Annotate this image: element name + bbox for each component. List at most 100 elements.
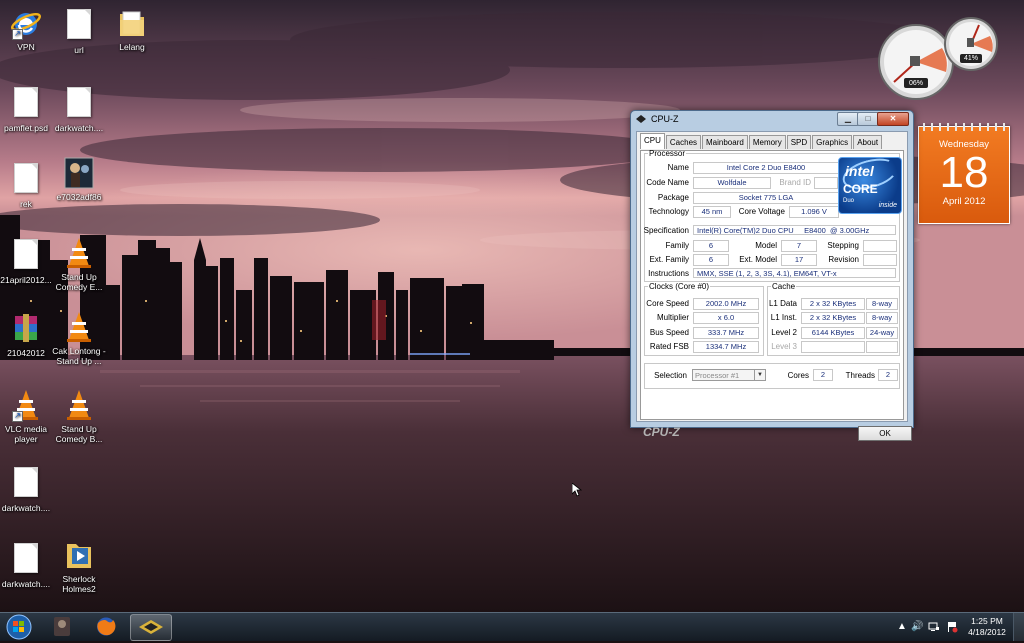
model-label: Model xyxy=(755,241,777,250)
action-center-flag-icon[interactable] xyxy=(946,621,958,633)
l1inst-assoc: 8-way xyxy=(866,312,898,324)
l1inst-label: L1 Inst. xyxy=(770,313,797,322)
extmodel-value: 17 xyxy=(781,254,817,266)
selection-label: Selection xyxy=(654,371,687,380)
level3-label: Level 3 xyxy=(771,342,797,351)
codename-value: Wolfdale xyxy=(693,177,771,189)
document-icon xyxy=(14,543,38,573)
tab-graphics[interactable]: Graphics xyxy=(812,135,853,149)
multiplier-label: Multiplier xyxy=(656,313,689,322)
game-character-icon xyxy=(54,617,70,636)
document-icon xyxy=(14,239,38,269)
document-icon xyxy=(14,467,38,497)
tab-memory[interactable]: Memory xyxy=(748,135,786,149)
tab-strip: CPU Caches Mainboard Memory SPD Graphics… xyxy=(640,133,883,150)
network-icon[interactable] xyxy=(928,621,940,633)
taskbar-game-button[interactable] xyxy=(42,614,82,639)
tab-spd[interactable]: SPD xyxy=(786,135,812,149)
volume-icon[interactable]: 🔊 xyxy=(911,621,923,633)
cpuz-brand: CPU-Z xyxy=(643,425,680,439)
specification-value: Intel(R) Core(TM)2 Duo CPU E8400 @ 3.00G… xyxy=(693,225,896,235)
calendar-rings xyxy=(919,123,1009,131)
show-hidden-icons-button[interactable]: ▲ xyxy=(896,621,908,633)
internet-explorer-icon: ↗ xyxy=(10,6,42,40)
taskbar-cpuz-button[interactable] xyxy=(130,614,172,641)
level3-value xyxy=(801,341,865,353)
intel-core2-duo-logo: intel CORE Duo inside xyxy=(838,153,902,214)
desktop-icon-sherlock-holmes2[interactable]: Sherlock Holmes2 xyxy=(48,538,110,594)
l1inst-value: 2 x 32 KBytes xyxy=(801,312,865,324)
taskbar-firefox-button[interactable] xyxy=(86,614,126,639)
shortcut-arrow-icon: ↗ xyxy=(12,29,23,40)
desktop-icon-darkwatch-2[interactable]: darkwatch.... xyxy=(0,464,57,513)
l1data-value: 2 x 32 KBytes xyxy=(801,298,865,310)
vlc-cone-icon xyxy=(63,388,95,422)
vlc-cone-icon xyxy=(63,236,95,270)
stepping-label: Stepping xyxy=(827,241,859,250)
threads-label: Threads xyxy=(845,371,875,380)
cpu-chip-icon xyxy=(139,620,163,634)
cores-label: Cores xyxy=(787,371,809,380)
folder-icon xyxy=(116,6,148,40)
minimize-button[interactable]: ▁ xyxy=(837,112,859,126)
calendar-gadget[interactable]: Wednesday 18 April 2012 xyxy=(918,123,1010,224)
family-value: 6 xyxy=(693,240,729,252)
codename-label: Code Name xyxy=(646,178,689,187)
processor-select[interactable]: Processor #1 ▼ xyxy=(692,369,766,381)
brandid-value xyxy=(814,177,838,189)
extfamily-label: Ext. Family xyxy=(649,255,689,264)
package-label: Package xyxy=(657,193,689,202)
clock-time: 1:25 PM xyxy=(971,616,1003,626)
stepping-value xyxy=(863,240,897,252)
desktop-icon-darkwatch-1[interactable]: darkwatch.... xyxy=(48,84,110,133)
document-icon xyxy=(67,9,91,39)
video-folder-icon xyxy=(63,538,95,572)
technology-value: 45 nm xyxy=(693,206,731,218)
desktop-icon-e7032adf86[interactable]: e7032adf86 xyxy=(48,156,110,202)
clock-date: 4/18/2012 xyxy=(968,627,1006,637)
shortcut-arrow-icon: ↗ xyxy=(12,411,23,422)
firefox-icon xyxy=(97,617,116,636)
tab-mainboard[interactable]: Mainboard xyxy=(702,135,748,149)
desktop-icon-standup-b[interactable]: Stand Up Comedy B... xyxy=(48,388,110,444)
close-button[interactable]: ✕ xyxy=(877,112,909,126)
level2-value: 6144 KBytes xyxy=(801,327,865,339)
ok-button[interactable]: OK xyxy=(858,426,912,441)
show-desktop-button[interactable] xyxy=(1013,613,1024,641)
extfamily-value: 6 xyxy=(693,254,729,266)
l1data-assoc: 8-way xyxy=(866,298,898,310)
winrar-archive-icon xyxy=(10,312,42,346)
processor-name-value: Intel Core 2 Duo E8400 xyxy=(693,162,839,174)
desktop-icon-lelang[interactable]: Lelang xyxy=(101,6,163,52)
model-value: 7 xyxy=(781,240,817,252)
tab-about[interactable]: About xyxy=(853,135,883,149)
cpuz-app-icon xyxy=(636,115,646,123)
corevoltage-value: 1.096 V xyxy=(789,206,839,218)
package-value: Socket 775 LGA xyxy=(693,192,839,204)
corevoltage-label: Core Voltage xyxy=(738,207,785,216)
desktop-icon-cak-lontong[interactable]: Cak Lontong - Stand Up ... xyxy=(48,310,110,366)
cpuz-window[interactable]: CPU-Z ▁ □ ✕ CPU Caches Mainboard Memory … xyxy=(630,110,914,441)
busspeed-label: Bus Speed xyxy=(649,328,689,337)
vlc-cone-icon xyxy=(63,310,95,344)
calendar-day: 18 xyxy=(939,148,989,197)
document-icon xyxy=(14,163,38,193)
image-thumbnail-icon xyxy=(63,156,95,190)
corespeed-label: Core Speed xyxy=(646,299,689,308)
cpu-meter-gadget[interactable]: 06% 41% xyxy=(876,12,1004,104)
threads-value: 2 xyxy=(878,369,898,381)
revision-value xyxy=(863,254,897,266)
memory-usage-readout: 41% xyxy=(963,55,978,62)
window-titlebar[interactable]: CPU-Z ▁ □ ✕ xyxy=(631,111,913,129)
busspeed-value: 333.7 MHz xyxy=(693,327,759,339)
maximize-button[interactable]: □ xyxy=(857,112,879,126)
tab-cpu[interactable]: CPU xyxy=(640,133,665,149)
tab-caches[interactable]: Caches xyxy=(665,135,702,149)
taskbar-clock[interactable]: 1:25 PM 4/18/2012 xyxy=(966,616,1008,638)
ratedfsb-value: 1334.7 MHz xyxy=(693,341,759,353)
name-label: Name xyxy=(667,163,689,172)
start-button[interactable] xyxy=(3,614,35,640)
desktop-icon-standup-e[interactable]: Stand Up Comedy E... xyxy=(48,236,110,292)
family-label: Family xyxy=(665,241,689,250)
level2-assoc: 24-way xyxy=(866,327,898,339)
